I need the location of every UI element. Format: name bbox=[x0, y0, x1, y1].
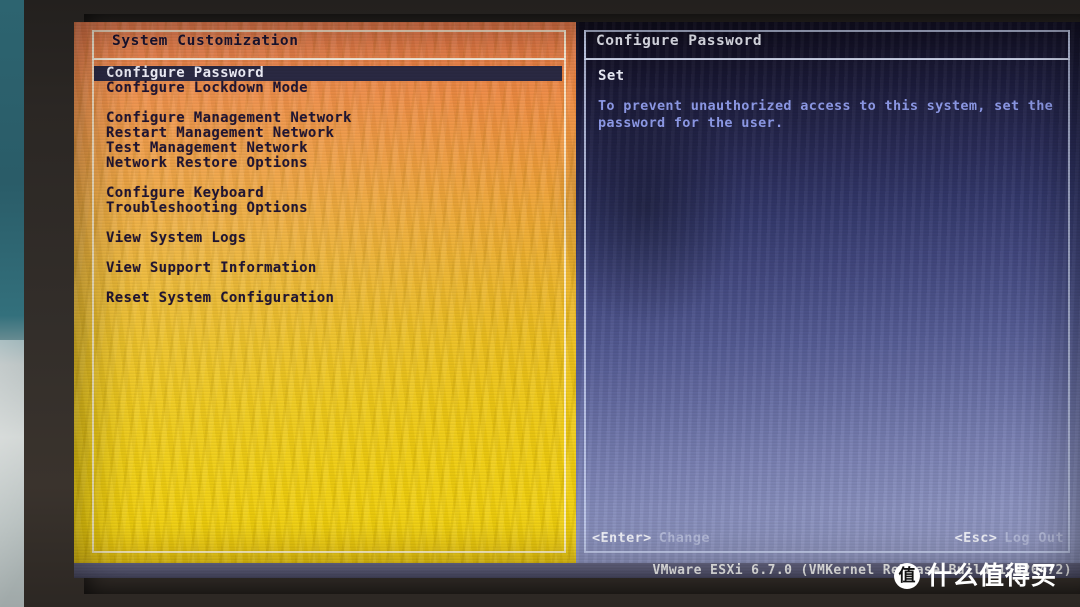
page-title: System Customization bbox=[112, 33, 299, 49]
key-hint-change[interactable]: <Enter> Change bbox=[592, 530, 710, 546]
menu-item-troubleshooting-options[interactable]: Troubleshooting Options bbox=[94, 201, 564, 216]
system-customization-pane: System Customization Configure Password C… bbox=[74, 22, 576, 563]
menu-group-separator bbox=[94, 276, 564, 291]
menu-item-configure-password[interactable]: Configure Password bbox=[94, 66, 562, 81]
key-hint-log-out[interactable]: <Esc> Log Out bbox=[955, 530, 1064, 546]
detail-description-line: password for the user. bbox=[598, 115, 784, 131]
detail-pane: Configure Password Set To prevent unauth… bbox=[546, 22, 1080, 563]
system-customization-menu[interactable]: Configure Password Configure Lockdown Mod… bbox=[94, 66, 564, 306]
menu-item-configure-management-network[interactable]: Configure Management Network bbox=[94, 111, 564, 126]
key-hint-action: Log Out bbox=[1004, 530, 1064, 546]
menu-item-view-support-information[interactable]: View Support Information bbox=[94, 261, 564, 276]
menu-item-network-restore-options[interactable]: Network Restore Options bbox=[94, 156, 564, 171]
watermark-badge-icon: 值 bbox=[894, 563, 920, 589]
menu-item-restart-management-network[interactable]: Restart Management Network bbox=[94, 126, 564, 141]
menu-item-view-system-logs[interactable]: View System Logs bbox=[94, 231, 564, 246]
menu-item-configure-lockdown-mode[interactable]: Configure Lockdown Mode bbox=[94, 81, 564, 96]
detail-description-line: To prevent unauthorized access to this s… bbox=[598, 98, 1054, 114]
menu-group-separator bbox=[94, 171, 564, 186]
detail-pane-title: Configure Password bbox=[596, 33, 763, 49]
key-hint-action: Change bbox=[658, 530, 710, 546]
menu-item-test-management-network[interactable]: Test Management Network bbox=[94, 141, 564, 156]
monitor-photo: System Customization Configure Password C… bbox=[0, 0, 1080, 607]
key-hint-key: <Esc> bbox=[954, 530, 998, 546]
esxi-dcui: System Customization Configure Password C… bbox=[74, 22, 1080, 578]
key-hint-bar: <Enter> Change <Esc> Log Out bbox=[592, 530, 1064, 546]
watermark-text: 什么值得买 bbox=[927, 561, 1058, 590]
detail-subhead: Set bbox=[598, 68, 625, 84]
menu-group-separator bbox=[94, 216, 564, 231]
key-hint-key: <Enter> bbox=[592, 530, 652, 546]
menu-item-reset-system-configuration[interactable]: Reset System Configuration bbox=[94, 291, 564, 306]
menu-group-separator bbox=[94, 96, 564, 111]
detail-description: To prevent unauthorized access to this s… bbox=[598, 98, 1054, 132]
menu-item-configure-keyboard[interactable]: Configure Keyboard bbox=[94, 186, 564, 201]
site-watermark: 值 什么值得买 bbox=[894, 563, 1057, 589]
monitor-screen: System Customization Configure Password C… bbox=[74, 22, 1080, 578]
detail-pane-body: Set To prevent unauthorized access to th… bbox=[598, 68, 1054, 132]
menu-group-separator bbox=[94, 246, 564, 261]
